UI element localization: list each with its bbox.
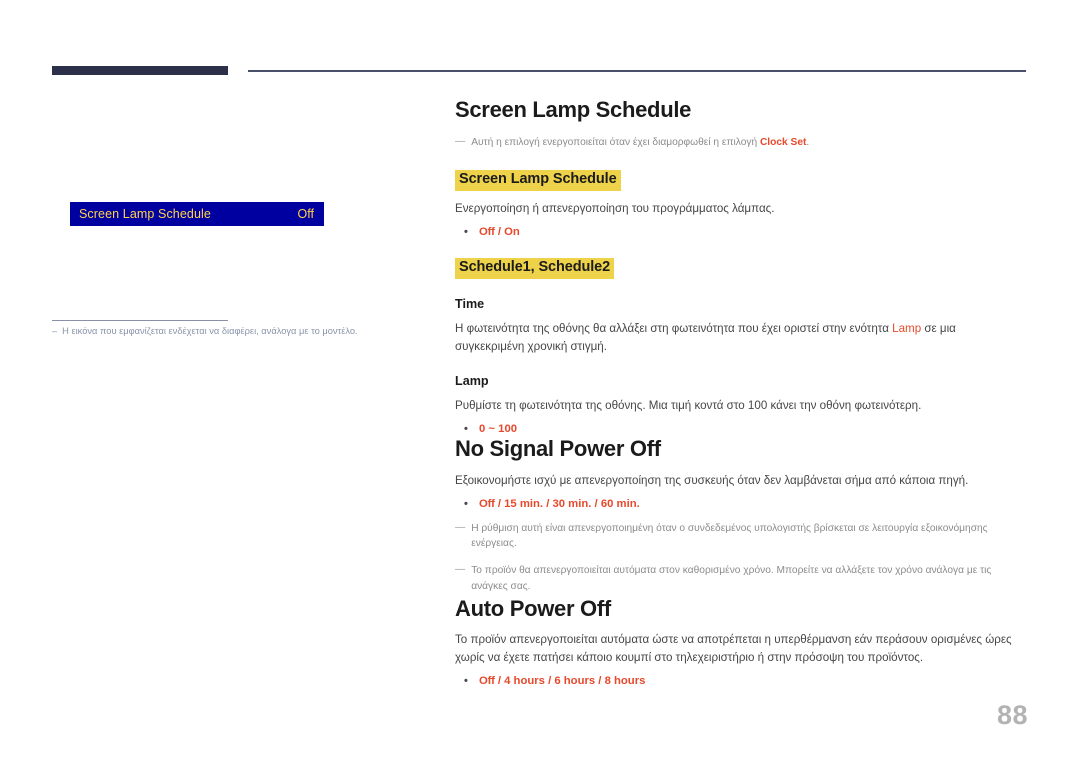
desc-time-accent-lamp: Lamp [892,322,922,336]
osd-menu-item-label: Screen Lamp Schedule [79,207,211,221]
option-off: Off [479,675,495,688]
manual-page: Screen Lamp Schedule Off – Η εικόνα που … [0,0,1080,763]
left-image-disclaimer-note: – Η εικόνα που εμφανίζεται ενδέχεται να … [52,325,422,339]
options-text: Off / On [479,226,520,238]
option-rest: / On [497,226,520,239]
options-text: Off / 15 min. / 30 min. / 60 min. [479,498,640,510]
note-no-signal-2: — Το προϊόν θα απενεργοποιείται αυτόματα… [455,563,1027,595]
note-text-before: Αυτή η επιλογή ενεργοποιείται όταν έχει … [471,136,760,148]
note-text: Αυτή η επιλογή ενεργοποιείται όταν έχει … [471,135,1027,151]
bullet-icon: • [464,423,468,436]
subheading-time: Time [455,297,485,312]
highlight-screen-lamp-schedule: Screen Lamp Schedule [455,170,621,192]
osd-menu-item-screen-lamp-schedule[interactable]: Screen Lamp Schedule Off [70,202,324,226]
options-screen-lamp-schedule: • Off / On [455,226,1027,238]
header-accent-block [52,66,228,75]
bullet-icon: • [464,226,468,239]
desc-time-before: Η φωτεινότητα της οθόνης θα αλλάξει στη … [455,322,893,336]
highlight-schedule12-wrap: Schedule1, Schedule2 [455,258,1027,280]
highlight-schedule1-schedule2: Schedule1, Schedule2 [455,258,615,280]
desc-screen-lamp-schedule: Ενεργοποίηση ή απενεργοποίηση του προγρά… [455,202,775,216]
bullet-icon: • [464,675,468,688]
note-text-after: . [806,136,810,148]
bullet-icon: • [464,497,468,510]
left-note-divider [52,320,228,321]
options-lamp-range: • 0 ~ 100 [455,423,1027,435]
note-dash: — [455,521,466,533]
desc-time: Η φωτεινότητα της οθόνης θα αλλάξει στη … [455,320,1027,356]
note-dash: — [455,564,466,576]
note-clock-set: — Αυτή η επιλογή ενεργοποιείται όταν έχε… [455,135,1027,151]
note-no-signal-1: — Η ρύθμιση αυτή είναι απενεργοποιημένη … [455,521,1027,553]
content-column: Screen Lamp Schedule — Αυτή η επιλογή εν… [455,96,1027,687]
section-title-auto-power-off: Auto Power Off [455,595,611,621]
options-auto-power-off: • Off / 4 hours / 6 hours / 8 hours [455,675,1027,687]
section-title-screen-lamp-schedule: Screen Lamp Schedule [455,97,692,122]
note-text: Το προϊόν θα απενεργοποιείται αυτόματα σ… [471,565,992,592]
highlight-screen-lamp-schedule-wrap: Screen Lamp Schedule [455,170,1027,192]
option-rest: / 15 min. / 30 min. / 60 min. [497,497,640,510]
option-off: Off [479,497,495,510]
osd-menu-item-value: Off [297,207,314,221]
option-off: Off [479,226,495,239]
note-dash: — [455,135,466,147]
note-accent-clock-set: Clock Set [759,136,807,148]
note-text: Η ρύθμιση αυτή είναι απενεργοποιημένη ότ… [471,522,988,550]
desc-no-signal-power-off: Εξοικονομήστε ισχύ με απενεργοποίηση της… [455,473,969,487]
subheading-lamp: Lamp [455,374,489,389]
option-rest: / 4 hours / 6 hours / 8 hours [497,675,646,688]
desc-lamp: Ρυθμίστε τη φωτεινότητα της οθόνης. Μια … [455,399,922,413]
header-rule-line [248,70,1026,72]
note-text: Η εικόνα που εμφανίζεται ενδέχεται να δι… [62,326,358,336]
option-range: 0 ~ 100 [479,423,518,436]
note-dash: – [52,326,58,336]
desc-auto-power-off: Το προϊόν απενεργοποιείται αυτόματα ώστε… [455,633,1012,665]
page-number: 88 [996,700,1028,730]
options-no-signal-power-off: • Off / 15 min. / 30 min. / 60 min. [455,498,1027,510]
options-text: Off / 4 hours / 6 hours / 8 hours [479,675,645,687]
section-title-no-signal-power-off: No Signal Power Off [455,436,661,462]
